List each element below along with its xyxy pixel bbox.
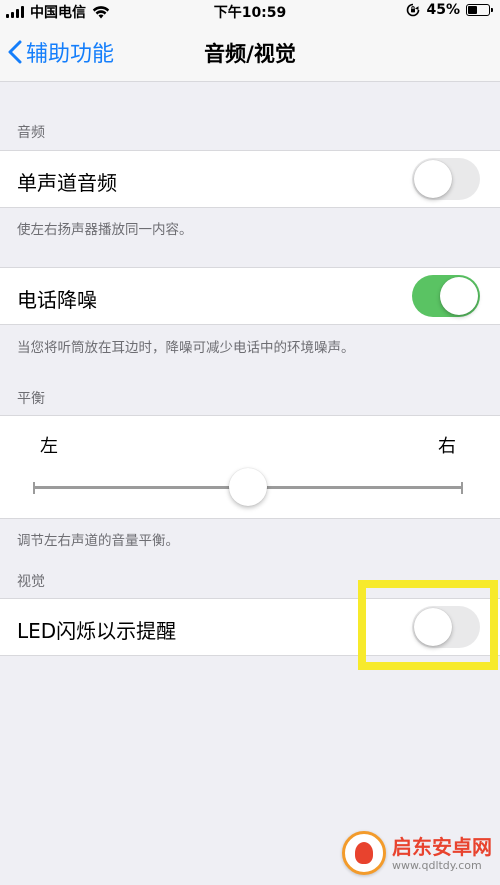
balance-slider-thumb[interactable] <box>229 468 267 506</box>
balance-right-label: 右 <box>438 436 456 457</box>
cell-mono-audio: 单声道音频 <box>0 150 500 208</box>
noise-cancellation-footer: 当您将听筒放在耳边时，降噪可减少电话中的环境噪声。 <box>17 340 355 356</box>
balance-left-label: 左 <box>40 436 58 457</box>
section-header-balance: 平衡 <box>17 391 45 407</box>
mono-audio-toggle[interactable] <box>412 158 480 200</box>
cell-balance-slider: 左 右 <box>0 415 500 519</box>
page-title: 音频/视觉 <box>204 42 296 66</box>
status-bar: 中国电信 下午10:59 45% <box>0 0 500 22</box>
battery-icon <box>466 4 493 16</box>
cell-noise-cancellation: 电话降噪 <box>0 267 500 325</box>
watermark-text: 启东安卓网 www.qdltdy.com <box>392 835 492 872</box>
highlight-box <box>358 580 498 670</box>
led-flash-label: LED闪烁以示提醒 <box>17 619 177 643</box>
noise-cancellation-label: 电话降噪 <box>17 288 97 312</box>
mono-audio-footer: 使左右扬声器播放同一内容。 <box>17 222 193 238</box>
slider-left-tick <box>33 482 35 494</box>
noise-cancellation-toggle[interactable] <box>412 275 480 317</box>
toggle-knob <box>440 277 478 315</box>
status-right: 45% <box>406 2 493 18</box>
watermark: 启东安卓网 www.qdltdy.com <box>342 831 492 875</box>
section-header-visual: 视觉 <box>17 574 45 590</box>
slider-right-tick <box>461 482 463 494</box>
toggle-knob <box>414 160 452 198</box>
watermark-url: www.qdltdy.com <box>392 858 482 872</box>
watermark-name: 启东安卓网 <box>392 834 492 859</box>
navigation-bar: 辅助功能 音频/视觉 <box>0 22 500 82</box>
orientation-lock-icon <box>407 3 420 17</box>
section-header-audio: 音频 <box>17 125 45 141</box>
battery-percent: 45% <box>426 2 460 18</box>
balance-footer: 调节左右声道的音量平衡。 <box>17 533 179 549</box>
mono-audio-label: 单声道音频 <box>17 171 117 195</box>
battery-fill <box>468 6 477 14</box>
watermark-logo-icon <box>342 831 386 875</box>
